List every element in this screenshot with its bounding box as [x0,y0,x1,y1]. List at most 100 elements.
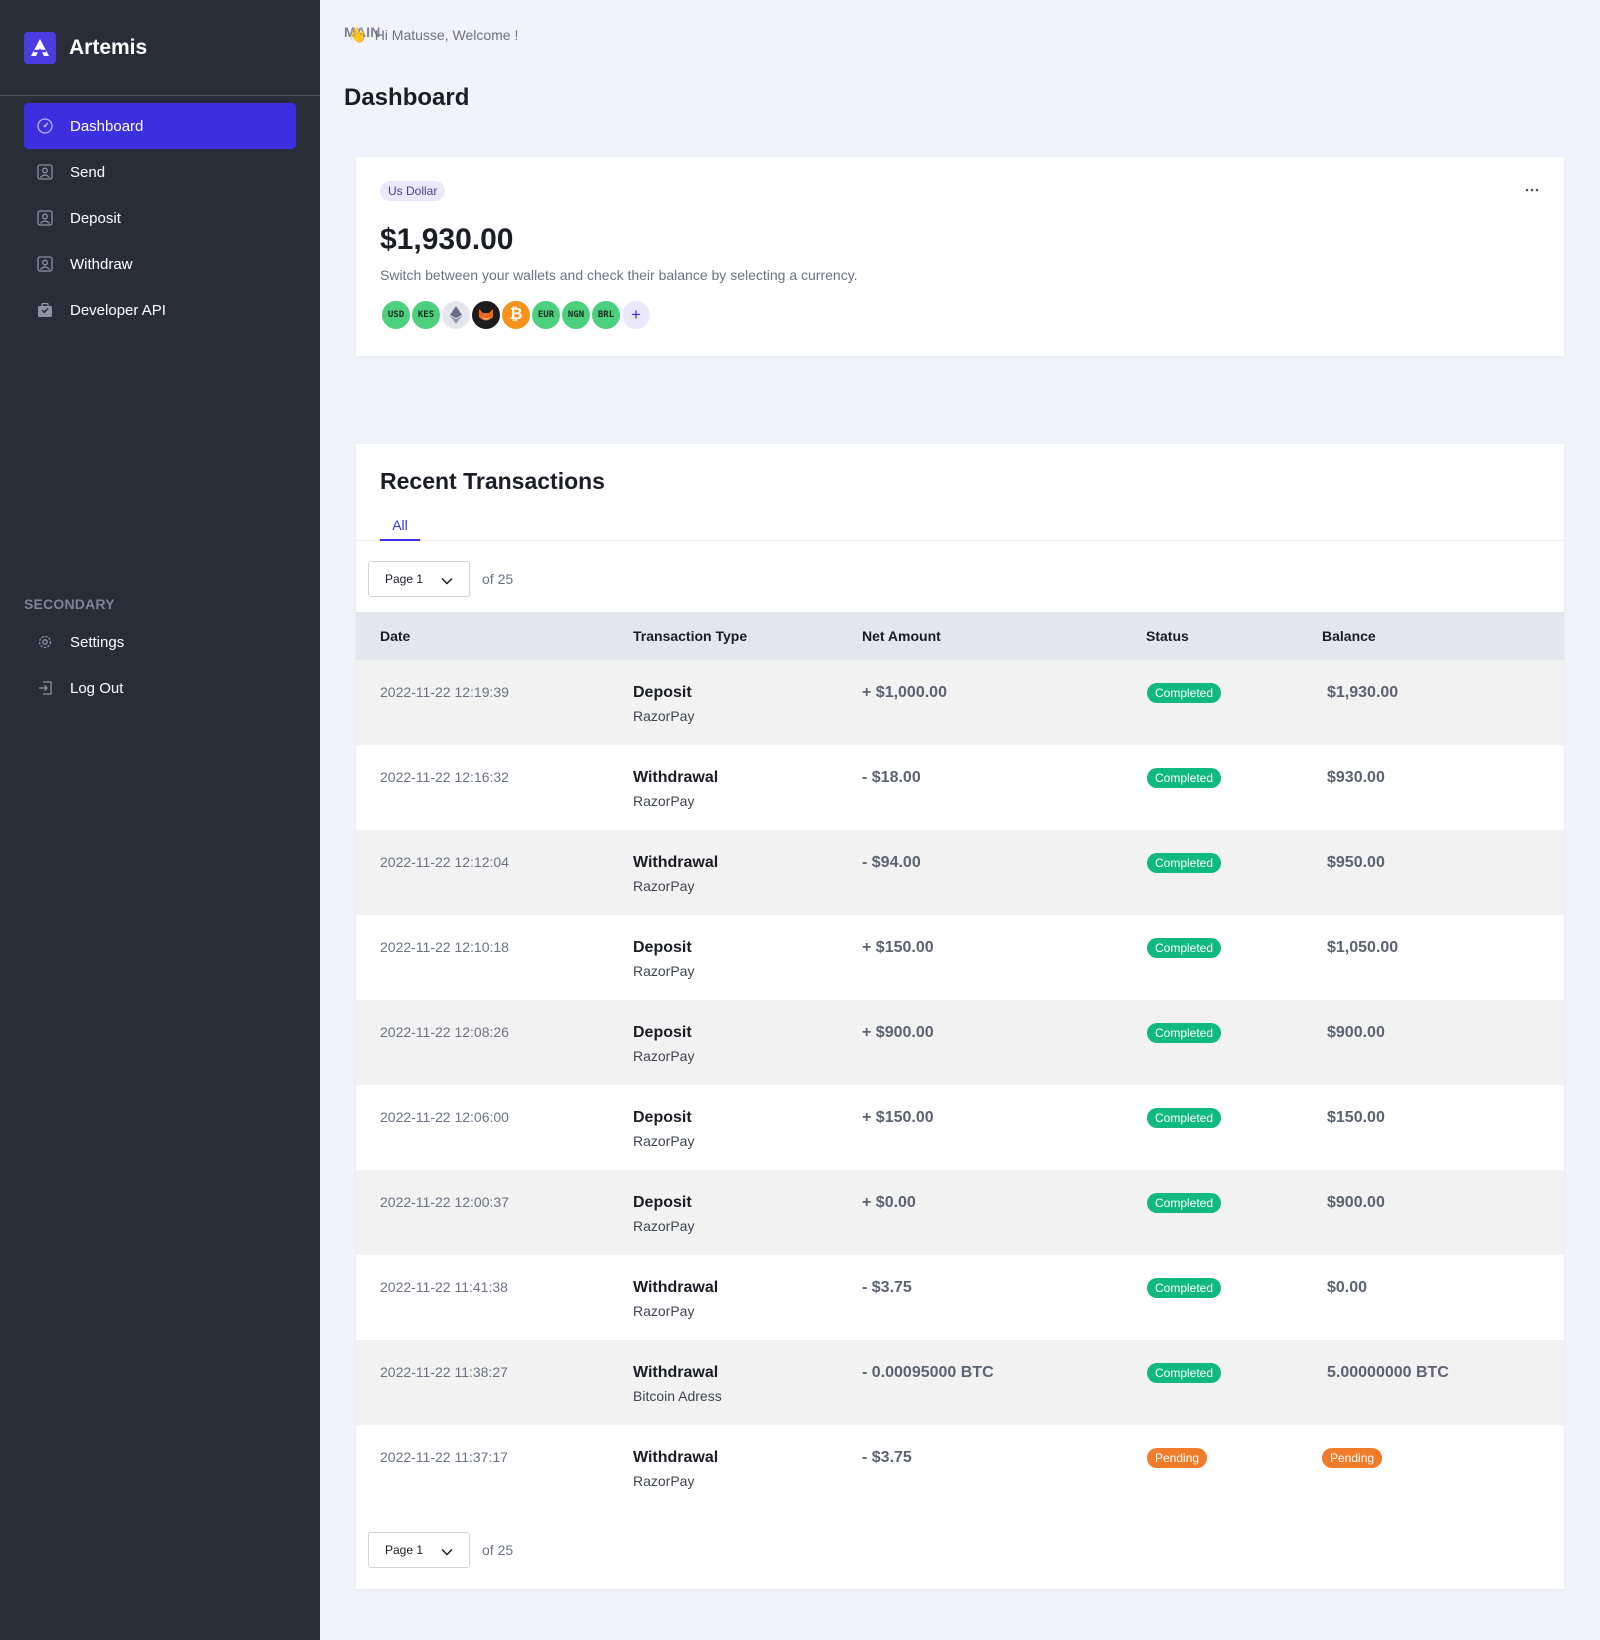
sidebar-item-label: Withdraw [70,255,133,273]
cell-net-amount: - $3.75 [862,1449,912,1466]
cell-type: Withdrawal [633,854,719,871]
sidebar: Artemis MAIN Dashboard Send Deposit With [0,0,380,1640]
page-select[interactable]: Page 1 [368,561,470,597]
dashboard-icon [36,117,54,135]
sidebar-item-label: Send [70,163,106,181]
table-body: 2022-11-22 12:19:39 Deposit RazorPay + $… [356,660,1564,1510]
user-icon [36,255,54,273]
sidebar-item-dashboard[interactable]: Dashboard [24,103,296,149]
page-select-value: Page 1 [385,572,424,586]
coin-kes[interactable]: KES [410,299,442,331]
table-row[interactable]: 2022-11-22 12:10:18 Deposit RazorPay + $… [356,915,1564,1000]
status-badge: Completed [1147,1363,1222,1383]
column-header-balance[interactable]: Balance [1322,628,1376,644]
ethereum-icon[interactable] [440,299,472,331]
page-select[interactable]: Page 1 [368,1532,470,1568]
cell-net-amount: + $900.00 [862,1024,934,1041]
cell-date: 2022-11-22 11:38:27 [380,1364,508,1380]
cell-provider: RazorPay [633,963,695,979]
coin-eur[interactable]: EUR [530,299,562,331]
briefcase-icon [36,301,54,319]
status-badge: Completed [1147,853,1222,873]
pagination-bottom: Page 1 of 25 [368,1532,513,1568]
cell-net-amount: - $3.75 [862,1279,912,1296]
cell-provider: RazorPay [633,708,695,724]
brand[interactable]: Artemis [0,0,320,96]
coin-usd[interactable]: USD [380,299,412,331]
column-header-net-amount[interactable]: Net Amount [862,628,941,644]
cell-date: 2022-11-22 12:00:37 [380,1194,509,1210]
status-badge: Completed [1147,1193,1222,1213]
sidebar-item-send[interactable]: Send [24,149,296,195]
cell-balance: $0.00 [1327,1279,1368,1296]
gear-icon [36,633,54,651]
table-row[interactable]: 2022-11-22 12:06:00 Deposit RazorPay + $… [356,1085,1564,1170]
cell-provider: Bitcoin Adress [633,1388,722,1404]
cell-date: 2022-11-22 11:37:17 [380,1449,508,1465]
cell-date: 2022-11-22 12:12:04 [380,854,509,870]
sidebar-item-label: Deposit [70,209,121,227]
tab-all[interactable]: All [380,517,420,541]
cell-type: Deposit [633,1194,692,1211]
artemis-logo-icon [24,31,56,64]
table-header: Date Transaction Type Net Amount Status … [356,612,1564,660]
status-badge: Completed [1147,1023,1222,1043]
status-badge: Pending [1147,1448,1208,1468]
table-row[interactable]: 2022-11-22 12:12:04 Withdrawal RazorPay … [356,830,1564,915]
cell-date: 2022-11-22 12:16:32 [380,769,509,785]
user-icon [36,209,54,227]
more-options-icon[interactable] [1524,181,1540,199]
sidebar-item-settings[interactable]: Settings [24,619,296,665]
currency-pill: Us Dollar [380,181,446,201]
shiba-icon[interactable] [470,299,502,331]
status-badge: Completed [1147,1278,1222,1298]
column-header-date[interactable]: Date [380,628,410,644]
sidebar-item-deposit[interactable]: Deposit [24,195,296,241]
chevron-down-icon [441,1545,453,1559]
transactions-card: Recent Transactions All Page 1 of 25 Dat… [356,444,1564,1589]
add-currency-plus-icon[interactable]: + [620,299,652,331]
coin-brl[interactable]: BRL [590,299,622,331]
cell-net-amount: - 0.00095000 BTC [862,1364,994,1381]
cell-type: Withdrawal [633,1364,719,1381]
cell-balance: 5.00000000 BTC [1327,1364,1449,1381]
cell-balance: $1,930.00 [1327,684,1399,701]
status-badge: Completed [1147,1108,1222,1128]
page-select-value: Page 1 [385,1543,424,1557]
balance-pending-badge: Pending [1322,1448,1383,1468]
cell-type: Deposit [633,1109,692,1126]
coin-ngn[interactable]: NGN [560,299,592,331]
sidebar-item-label: Log Out [70,679,124,697]
pagination-top: Page 1 of 25 [368,561,513,597]
cell-date: 2022-11-22 12:06:00 [380,1109,509,1125]
transactions-title: Recent Transactions [380,468,605,494]
greeting-text: Hi Matusse, Welcome ! [374,27,519,43]
secondary-nav: Settings Log Out [0,619,320,711]
table-row[interactable]: 2022-11-22 11:37:17 Withdrawal RazorPay … [356,1425,1564,1510]
cell-balance: $950.00 [1327,854,1385,871]
user-icon [36,163,54,181]
table-row[interactable]: 2022-11-22 12:16:32 Withdrawal RazorPay … [356,745,1564,830]
column-header-status[interactable]: Status [1146,628,1189,644]
page-title: Dashboard [344,84,470,111]
table-row[interactable]: 2022-11-22 12:19:39 Deposit RazorPay + $… [356,660,1564,745]
table-row[interactable]: 2022-11-22 11:41:38 Withdrawal RazorPay … [356,1255,1564,1340]
sidebar-item-developer-api[interactable]: Developer API [24,287,296,333]
status-badge: Completed [1147,768,1222,788]
column-header-transaction-type[interactable]: Transaction Type [633,628,747,644]
cell-provider: RazorPay [633,1218,695,1234]
cell-type: Deposit [633,939,692,956]
cell-provider: RazorPay [633,793,695,809]
status-badge: Completed [1147,938,1222,958]
sidebar-item-logout[interactable]: Log Out [24,665,296,711]
sidebar-item-withdraw[interactable]: Withdraw [24,241,296,287]
table-row[interactable]: 2022-11-22 11:38:27 Withdrawal Bitcoin A… [356,1340,1564,1425]
cell-date: 2022-11-22 12:10:18 [380,939,509,955]
cell-type: Deposit [633,1024,692,1041]
cell-provider: RazorPay [633,1473,695,1489]
page-count: of 25 [482,571,514,587]
cell-balance: $900.00 [1327,1024,1385,1041]
bitcoin-icon[interactable]: ₿ [500,299,532,331]
table-row[interactable]: 2022-11-22 12:00:37 Deposit RazorPay + $… [356,1170,1564,1255]
table-row[interactable]: 2022-11-22 12:08:26 Deposit RazorPay + $… [356,1000,1564,1085]
